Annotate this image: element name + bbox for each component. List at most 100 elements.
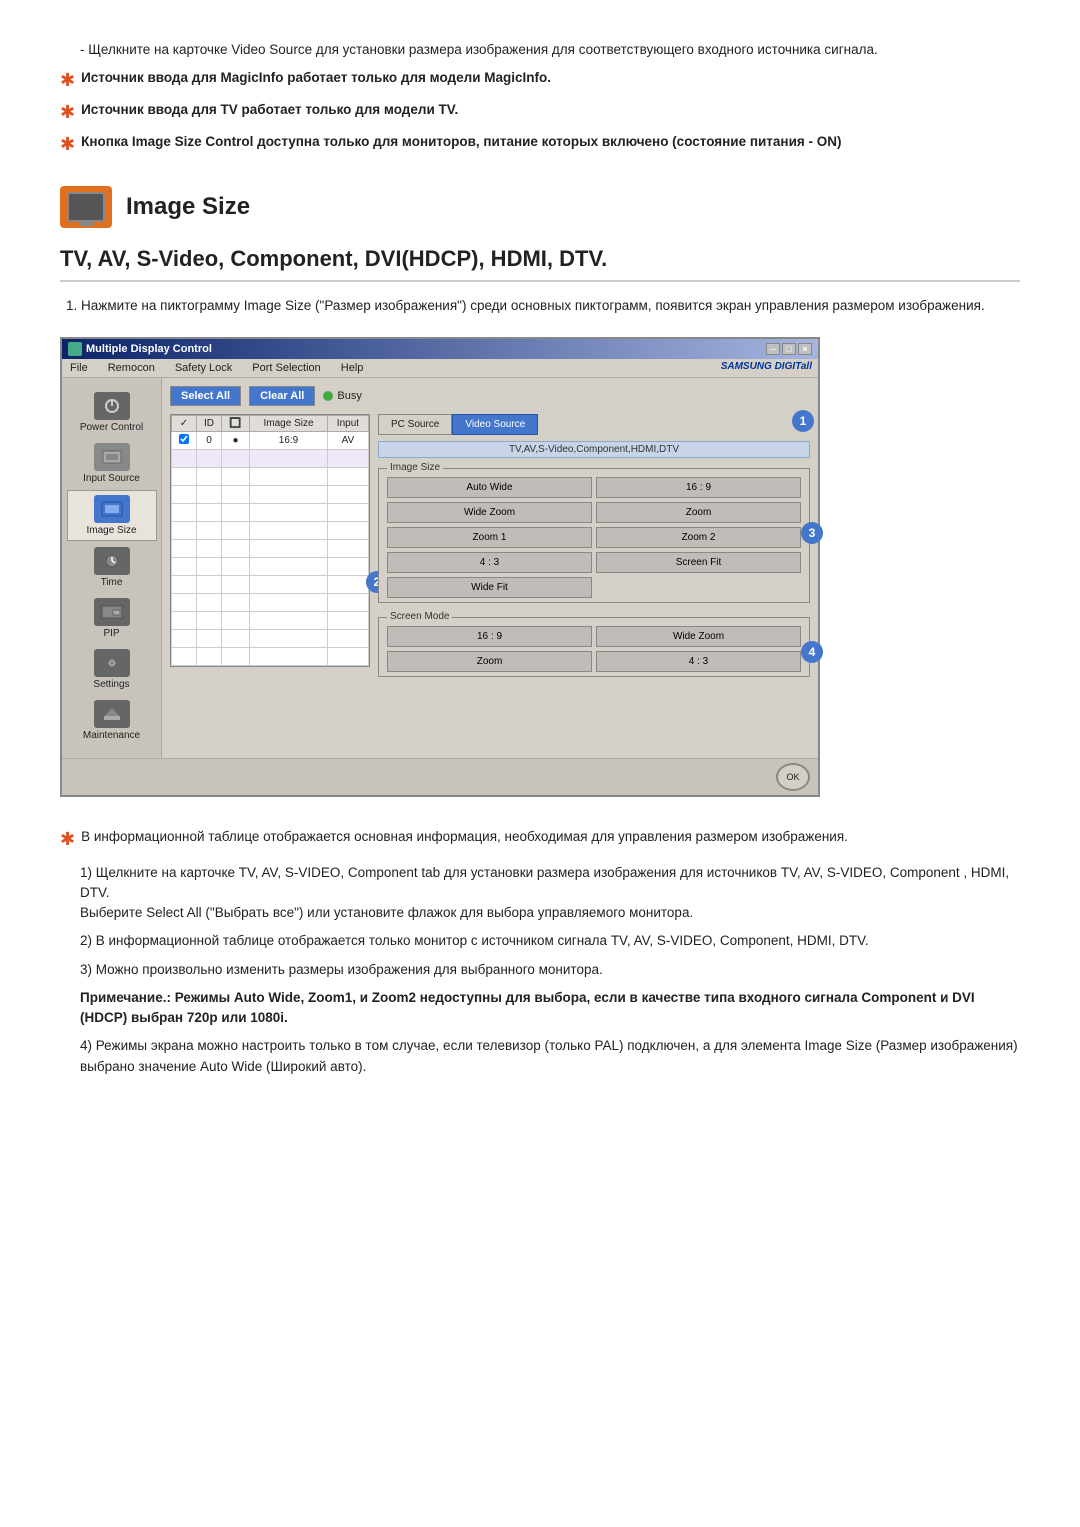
nav-maintenance-label: Maintenance [83,730,140,741]
nav-pip-label: PIP [103,628,119,639]
btn-zoom[interactable]: Zoom [596,502,801,523]
btn-sm-wide-zoom[interactable]: Wide Zoom [596,626,801,647]
minimize-button[interactable]: ─ [766,343,780,355]
table-row [172,539,369,557]
mdc-table-container: ✓ ID 🔲 Image Size Input 0 [170,414,370,750]
mdc-table-wrap: ✓ ID 🔲 Image Size Input 0 [170,414,370,667]
empty-slot [596,577,801,598]
mdc-main-content: Select All Clear All Busy ✓ [162,378,818,758]
step-1-num: 1. [66,298,77,313]
nav-time-label: Time [101,577,123,588]
cell-check[interactable] [172,431,197,449]
table-row [172,503,369,521]
page-subtitle: TV, AV, S-Video, Component, DVI(HDCP), H… [60,246,1020,282]
busy-dot [323,391,333,401]
tab-pc-source[interactable]: PC Source [378,414,452,435]
busy-indicator: Busy [323,390,361,402]
nav-image-size[interactable]: Image Size [67,490,157,541]
screen-mode-group: Screen Mode 16 : 9 Wide Zoom Zoom 4 : 3 … [378,617,810,677]
btn-sm-16-9[interactable]: 16 : 9 [387,626,592,647]
col-status: 🔲 [221,415,249,431]
mdc-body: Power Control Input Source Image Size Ti… [62,378,818,758]
btn-wide-fit[interactable]: Wide Fit [387,577,592,598]
ok-button[interactable]: OK [776,763,810,791]
nav-settings-label: Settings [93,679,129,690]
image-size-buttons: Auto Wide 16 : 9 Wide Zoom Zoom Zoom 1 Z… [387,477,801,598]
table-row [172,647,369,665]
table-row [172,557,369,575]
mdc-window-title: Multiple Display Control [86,343,212,355]
nav-image-size-label: Image Size [86,525,136,536]
circle-number-4: 4 [801,641,823,663]
col-image-size: Image Size [250,415,328,431]
btn-sm-zoom[interactable]: Zoom [387,651,592,672]
table-row [172,521,369,539]
col-input: Input [327,415,368,431]
nav-input-source[interactable]: Input Source [67,439,157,488]
btn-zoom-2[interactable]: Zoom 2 [596,527,801,548]
bullet-text-1: Источник ввода для MagicInfo работает то… [81,68,551,88]
col-id: ID [196,415,221,431]
menu-help[interactable]: Help [339,361,366,375]
bottom-note-1: 1) Щелкните на карточке TV, AV, S-VIDEO,… [60,863,1020,924]
btn-screen-fit[interactable]: Screen Fit [596,552,801,573]
mdc-titlebar: Multiple Display Control ─ □ × [62,339,818,359]
btn-wide-zoom[interactable]: Wide Zoom [387,502,592,523]
image-size-group-label: Image Size [387,462,443,473]
screen-mode-buttons: 16 : 9 Wide Zoom Zoom 4 : 3 [387,626,801,672]
mdc-bottom-bar: OK [62,758,818,795]
settings-icon [94,649,130,677]
mdc-data-table: ✓ ID 🔲 Image Size Input 0 [171,415,369,666]
mdc-window: Multiple Display Control ─ □ × File Remo… [60,337,820,797]
mdc-right-panel: 1 PC Source Video Source TV,AV,S-Video,C… [378,414,810,750]
monitor-icon [67,192,105,222]
btn-4-3[interactable]: 4 : 3 [387,552,592,573]
menu-port-selection[interactable]: Port Selection [250,361,322,375]
menu-file[interactable]: File [68,361,90,375]
select-all-button[interactable]: Select All [170,386,241,406]
bullet-item-3: ✱ Кнопка Image Size Control доступна тол… [60,132,1020,158]
table-row [172,467,369,485]
nav-pip[interactable]: PIP [67,594,157,643]
btn-auto-wide[interactable]: Auto Wide [387,477,592,498]
cell-input: AV [327,431,368,449]
mdc-sidebar: Power Control Input Source Image Size Ti… [62,378,162,758]
intro-dash-text: - Щелкните на карточке Video Source для … [60,40,1020,60]
bullet-text-2: Источник ввода для TV работает только дл… [81,100,458,120]
circle-number-1: 1 [792,410,814,432]
clear-all-button[interactable]: Clear All [249,386,315,406]
menu-remocon[interactable]: Remocon [106,361,157,375]
table-row [172,485,369,503]
input-source-icon [94,443,130,471]
bullet-text-3: Кнопка Image Size Control доступна тольк… [81,132,841,152]
btn-zoom-1[interactable]: Zoom 1 [387,527,592,548]
busy-label: Busy [337,390,361,402]
note-3-num: 3) [80,962,96,977]
bullet-item-1: ✱ Источник ввода для MagicInfo работает … [60,68,1020,94]
tab-video-source[interactable]: Video Source [452,414,538,435]
bottom-note-4: 4) Режимы экрана можно настроить только … [60,1036,1020,1077]
maximize-button[interactable]: □ [782,343,796,355]
step-1: 1. Нажмите на пиктограмму Image Size ("Р… [60,296,1020,316]
nav-input-source-label: Input Source [83,473,140,484]
cell-status: ● [221,431,249,449]
cell-id: 0 [196,431,221,449]
bullet-item-2: ✱ Источник ввода для TV работает только … [60,100,1020,126]
mdc-titlebar-buttons[interactable]: ─ □ × [766,343,812,355]
image-size-nav-icon [94,495,130,523]
nav-time[interactable]: Time [67,543,157,592]
nav-settings[interactable]: Settings [67,645,157,694]
table-row [172,449,369,467]
btn-16-9[interactable]: 16 : 9 [596,477,801,498]
note-1-text: Щелкните на карточке TV, AV, S-VIDEO, Co… [80,865,1009,921]
nav-maintenance[interactable]: Maintenance [67,696,157,745]
star-icon-bottom: ✱ [60,826,75,853]
btn-sm-4-3[interactable]: 4 : 3 [596,651,801,672]
menu-safety-lock[interactable]: Safety Lock [173,361,234,375]
mdc-table-area: ✓ ID 🔲 Image Size Input 0 [170,414,810,750]
close-button[interactable]: × [798,343,812,355]
note-3-text: Можно произвольно изменить размеры изобр… [96,962,603,977]
pip-icon [94,598,130,626]
nav-power-control[interactable]: Power Control [67,388,157,437]
mdc-title-icon [68,342,82,356]
